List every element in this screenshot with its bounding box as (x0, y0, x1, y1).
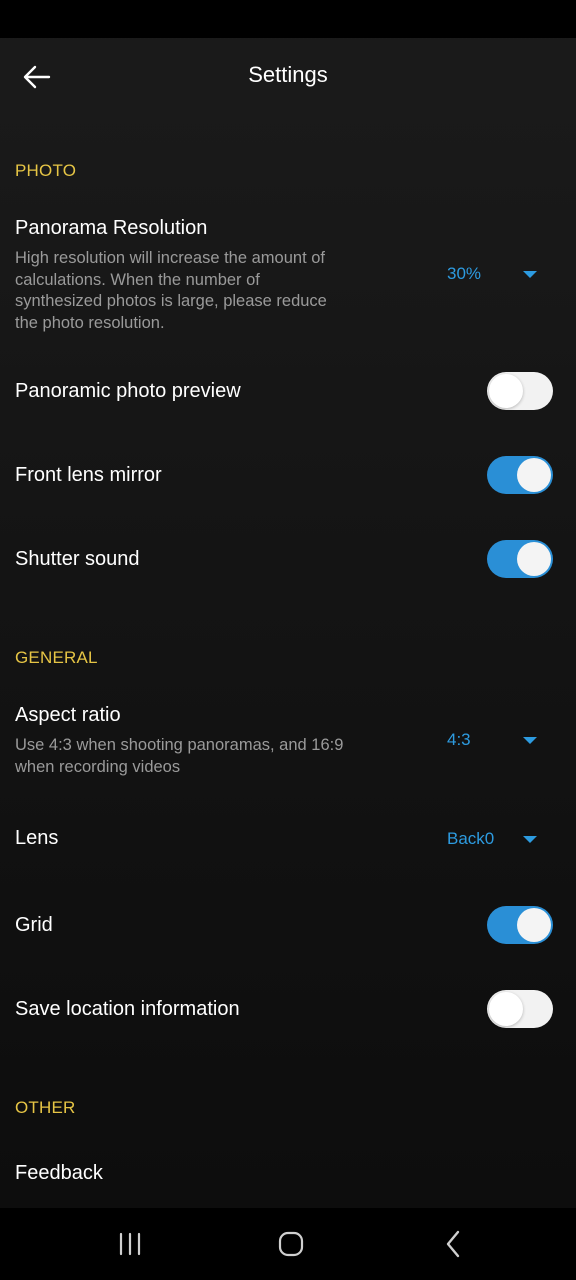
setting-title: Lens (15, 827, 59, 849)
toggle-knob (489, 992, 523, 1026)
system-nav-bar (0, 1208, 576, 1280)
section-header-general: GENERAL (15, 648, 98, 667)
nav-home-button[interactable] (261, 1224, 321, 1264)
chevron-left-icon (446, 1230, 460, 1258)
setting-title: Feedback (15, 1162, 103, 1184)
toggle-knob (517, 908, 551, 942)
section-header-other: OTHER (15, 1098, 76, 1117)
setting-feedback[interactable]: Feedback (0, 1140, 576, 1206)
setting-description: Use 4:3 when shooting panoramas, and 16:… (15, 736, 344, 776)
caret-down-icon (523, 835, 537, 843)
setting-title: Grid (15, 914, 53, 936)
setting-save-location[interactable]: Save location information (0, 970, 576, 1050)
panoramic-photo-preview-toggle[interactable] (487, 372, 553, 410)
setting-panoramic-photo-preview[interactable]: Panoramic photo preview (0, 352, 576, 432)
toggle-knob (489, 374, 523, 408)
toggle-knob (517, 542, 551, 576)
aspect-ratio-dropdown[interactable]: 4:3 (447, 725, 537, 755)
setting-shutter-sound[interactable]: Shutter sound (0, 520, 576, 600)
panorama-resolution-dropdown[interactable]: 30% (447, 259, 537, 289)
setting-front-lens-mirror[interactable]: Front lens mirror (0, 436, 576, 516)
dropdown-value: Back0 (447, 829, 495, 848)
caret-down-icon (523, 270, 537, 278)
dropdown-value: 30% (447, 264, 482, 283)
setting-title: Panorama Resolution (15, 217, 208, 239)
setting-title: Save location information (15, 998, 240, 1020)
setting-aspect-ratio[interactable]: Aspect ratio Use 4:3 when shooting panor… (0, 692, 576, 792)
setting-title: Aspect ratio (15, 704, 121, 726)
setting-description: High resolution will increase the amount… (15, 249, 327, 332)
toggle-knob (517, 458, 551, 492)
shutter-sound-toggle[interactable] (487, 540, 553, 578)
setting-lens[interactable]: Lens Back0 (0, 800, 576, 878)
nav-back-button[interactable] (423, 1224, 483, 1264)
dropdown-value: 4:3 (447, 730, 471, 749)
home-icon (278, 1231, 304, 1257)
setting-title: Shutter sound (15, 548, 140, 570)
setting-grid[interactable]: Grid (0, 886, 576, 966)
lens-dropdown[interactable]: Back0 (447, 824, 537, 854)
app-bar: Settings (0, 38, 576, 118)
status-bar (0, 0, 576, 38)
setting-title: Panoramic photo preview (15, 380, 241, 402)
caret-down-icon (523, 736, 537, 744)
save-location-toggle[interactable] (487, 990, 553, 1028)
page-title: Settings (248, 62, 328, 87)
setting-title: Front lens mirror (15, 464, 162, 486)
setting-panorama-resolution[interactable]: Panorama Resolution High resolution will… (0, 205, 576, 350)
nav-recents-button[interactable] (100, 1224, 160, 1264)
grid-toggle[interactable] (487, 906, 553, 944)
section-header-photo: PHOTO (15, 161, 77, 180)
front-lens-mirror-toggle[interactable] (487, 456, 553, 494)
recents-icon (119, 1232, 141, 1256)
settings-screen: Settings PHOTO Panorama Resolution High … (0, 0, 576, 1280)
